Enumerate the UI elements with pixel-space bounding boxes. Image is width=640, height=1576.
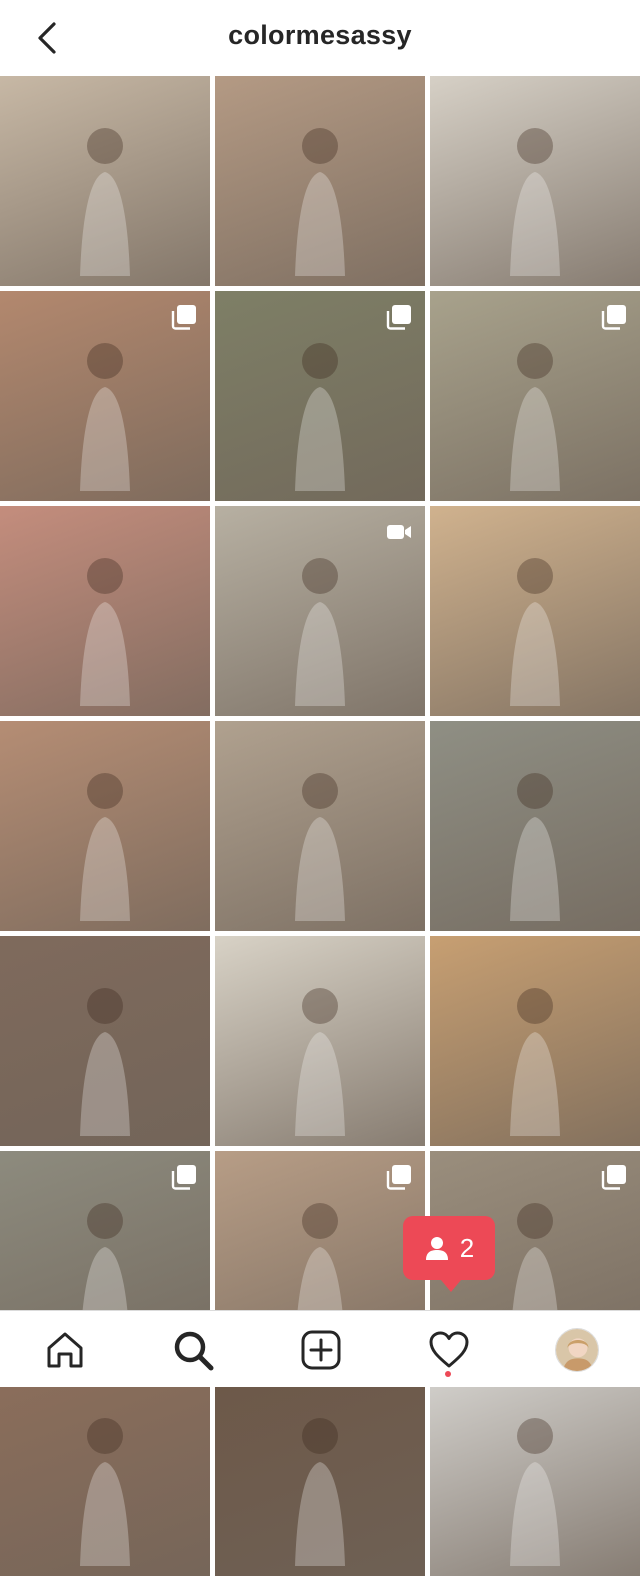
post-photo <box>295 773 345 921</box>
profile-avatar <box>555 1328 599 1372</box>
grid-post-tile[interactable] <box>215 76 425 286</box>
grid-post-tile[interactable] <box>215 291 425 501</box>
grid-post-tile[interactable] <box>0 721 210 931</box>
post-photo <box>510 1418 560 1566</box>
nav-home[interactable] <box>40 1325 90 1375</box>
grid-post-tile[interactable] <box>215 721 425 931</box>
carousel-icon <box>386 1165 411 1190</box>
post-photo <box>80 988 130 1136</box>
activity-indicator-dot <box>445 1371 451 1377</box>
carousel-icon <box>386 305 411 330</box>
nav-profile[interactable] <box>552 1325 602 1375</box>
post-photo <box>80 128 130 276</box>
grid-post-tile[interactable] <box>0 1366 210 1576</box>
nav-activity[interactable] <box>424 1325 474 1375</box>
carousel-badge <box>170 303 198 331</box>
post-photo <box>80 558 130 706</box>
post-photo <box>295 1418 345 1566</box>
carousel-icon <box>171 305 196 330</box>
post-photo <box>295 988 345 1136</box>
post-photo <box>510 988 560 1136</box>
grid-post-tile[interactable] <box>430 506 640 716</box>
profile-username-title: colormesassy <box>228 20 412 50</box>
post-photo <box>80 773 130 921</box>
carousel-icon <box>171 1165 196 1190</box>
notification-count: 2 <box>459 1232 475 1263</box>
carousel-badge <box>600 1163 628 1191</box>
grid-post-tile[interactable] <box>430 1366 640 1576</box>
carousel-badge <box>600 303 628 331</box>
nav-new-post[interactable] <box>296 1325 346 1375</box>
post-photo <box>295 128 345 276</box>
post-photo <box>80 1418 130 1566</box>
video-icon <box>387 525 411 539</box>
search-icon <box>174 1331 214 1371</box>
post-photo <box>510 558 560 706</box>
post-photo <box>510 773 560 921</box>
carousel-icon <box>601 305 626 330</box>
grid-post-tile[interactable] <box>215 506 425 716</box>
carousel-icon <box>601 1165 626 1190</box>
video-badge <box>385 518 413 546</box>
post-photo <box>510 128 560 276</box>
follower-notification-badge[interactable]: 2 <box>403 1216 495 1292</box>
top-bar: colormesassy <box>0 0 640 76</box>
grid-post-tile[interactable] <box>0 936 210 1146</box>
carousel-badge <box>385 1163 413 1191</box>
grid-post-tile[interactable] <box>430 721 640 931</box>
grid-post-tile[interactable] <box>430 291 640 501</box>
nav-search[interactable] <box>168 1325 218 1375</box>
grid-post-tile[interactable] <box>215 1366 425 1576</box>
grid-post-tile[interactable] <box>430 936 640 1146</box>
home-icon <box>47 1332 83 1368</box>
grid-post-tile[interactable] <box>0 76 210 286</box>
carousel-badge <box>170 1163 198 1191</box>
bottom-navigation <box>0 1310 640 1387</box>
add-post-icon <box>301 1330 341 1370</box>
carousel-badge <box>385 303 413 331</box>
grid-post-tile[interactable] <box>215 936 425 1146</box>
heart-icon <box>429 1331 469 1368</box>
person-icon <box>425 1237 448 1260</box>
grid-post-tile[interactable] <box>430 76 640 286</box>
grid-post-tile[interactable] <box>0 291 210 501</box>
grid-post-tile[interactable] <box>0 506 210 716</box>
